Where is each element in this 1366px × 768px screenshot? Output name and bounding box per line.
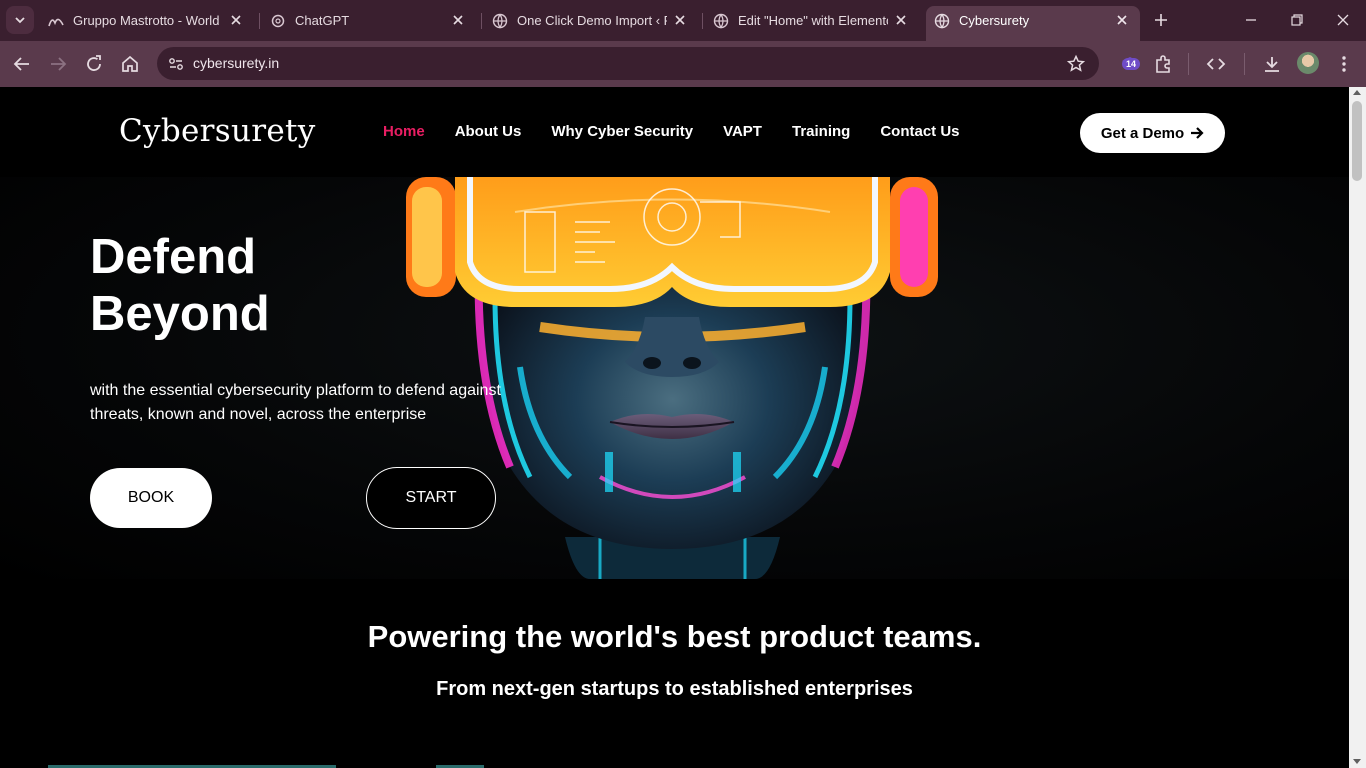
nav-training[interactable]: Training bbox=[792, 123, 850, 140]
new-tab-plus-icon[interactable] bbox=[1150, 9, 1172, 31]
nav-home[interactable]: Home bbox=[383, 123, 425, 140]
tab-title: Gruppo Mastrotto - World le bbox=[73, 13, 223, 28]
restore-icon[interactable] bbox=[1285, 8, 1309, 32]
code-devtools-icon[interactable] bbox=[1204, 52, 1228, 76]
hero-section: Defend Beyond with the essential cyberse… bbox=[0, 177, 1349, 579]
hero-title: Defend Beyond bbox=[90, 229, 270, 343]
tab-divider bbox=[702, 13, 703, 29]
tab-title: Cybersurety bbox=[959, 13, 1030, 28]
close-icon[interactable] bbox=[450, 12, 466, 28]
tab-edit-home-elementor[interactable]: Edit "Home" with Elementor bbox=[705, 6, 919, 36]
section-subtitle: From next-gen startups to established en… bbox=[436, 678, 913, 700]
toolbar-divider bbox=[1244, 53, 1245, 75]
bookmark-star-icon[interactable] bbox=[1065, 53, 1087, 75]
more-menu-icon[interactable] bbox=[1332, 52, 1356, 76]
tab-divider bbox=[259, 13, 260, 29]
globe-icon bbox=[934, 13, 950, 29]
page-viewport: Cybersurety Home About Us Why Cyber Secu… bbox=[0, 87, 1349, 768]
tab-title: ChatGPT bbox=[295, 13, 350, 28]
tab-search-button[interactable] bbox=[6, 6, 34, 34]
close-icon[interactable] bbox=[1114, 12, 1130, 28]
nav-contact-us[interactable]: Contact Us bbox=[880, 123, 959, 140]
site-header: Cybersurety Home About Us Why Cyber Secu… bbox=[0, 87, 1349, 177]
url-text: cybersurety.in bbox=[193, 55, 280, 71]
minimize-icon[interactable] bbox=[1239, 8, 1263, 32]
address-bar[interactable]: cybersurety.in bbox=[157, 47, 1099, 80]
page-scrollbar[interactable] bbox=[1349, 87, 1366, 768]
book-button[interactable]: BOOK bbox=[90, 468, 212, 528]
hero-subtitle: with the essential cybersecurity platfor… bbox=[90, 382, 501, 423]
get-a-demo-label: Get a Demo bbox=[1100, 124, 1185, 142]
start-button[interactable]: START bbox=[366, 467, 496, 529]
home-icon[interactable] bbox=[118, 52, 142, 76]
tab-one-click-demo-import[interactable]: One Click Demo Import ‹ Ru bbox=[484, 6, 698, 36]
get-a-demo-button[interactable]: Get a Demo bbox=[1080, 113, 1225, 153]
extension-badge: 14 bbox=[1122, 58, 1141, 70]
nav-why-cyber-security[interactable]: Why Cyber Security bbox=[551, 123, 693, 140]
site-info-icon[interactable] bbox=[165, 53, 187, 75]
browser-toolbar: cybersurety.in 14 bbox=[0, 41, 1366, 87]
tab-title: Edit "Home" with Elementor bbox=[738, 13, 888, 28]
arrow-right-icon bbox=[1191, 127, 1204, 139]
main-nav: Home About Us Why Cyber Security VAPT Tr… bbox=[383, 123, 990, 140]
chatgpt-favicon-icon bbox=[271, 14, 285, 28]
tab-title: One Click Demo Import ‹ Ru bbox=[517, 13, 667, 28]
nav-vapt[interactable]: VAPT bbox=[723, 123, 762, 140]
chevron-down-icon bbox=[15, 17, 25, 24]
globe-icon bbox=[713, 13, 729, 29]
tab-cybersurety[interactable]: Cybersurety bbox=[926, 6, 1140, 41]
mastrotto-favicon-icon bbox=[48, 18, 64, 27]
scrollbar-thumb[interactable] bbox=[1352, 101, 1362, 181]
back-arrow-icon[interactable] bbox=[10, 52, 34, 76]
site-logo[interactable]: Cybersurety bbox=[119, 113, 316, 149]
download-icon[interactable] bbox=[1260, 52, 1284, 76]
nav-about-us[interactable]: About Us bbox=[455, 123, 522, 140]
profile-avatar[interactable] bbox=[1297, 52, 1319, 74]
tab-divider bbox=[481, 13, 482, 29]
window-close-icon[interactable] bbox=[1331, 8, 1355, 32]
close-icon[interactable] bbox=[893, 12, 909, 28]
scroll-down-arrow-icon[interactable] bbox=[1353, 759, 1361, 764]
extensions-puzzle-icon[interactable] bbox=[1151, 52, 1175, 76]
section-title: Powering the world's best product teams. bbox=[367, 619, 982, 654]
tab-strip: Gruppo Mastrotto - World le ChatGPT One … bbox=[0, 0, 1366, 41]
globe-icon bbox=[492, 13, 508, 29]
forward-arrow-icon[interactable] bbox=[46, 52, 70, 76]
toolbar-divider bbox=[1188, 53, 1189, 75]
scroll-up-arrow-icon[interactable] bbox=[1353, 90, 1361, 95]
hero-title-line2: Beyond bbox=[90, 287, 270, 341]
tab-gruppo-mastrotto[interactable]: Gruppo Mastrotto - World le bbox=[40, 6, 254, 36]
reload-icon[interactable] bbox=[82, 52, 106, 76]
hero-title-line1: Defend bbox=[90, 230, 257, 284]
close-icon[interactable] bbox=[672, 12, 688, 28]
tab-chatgpt[interactable]: ChatGPT bbox=[262, 6, 476, 36]
close-icon[interactable] bbox=[228, 12, 244, 28]
